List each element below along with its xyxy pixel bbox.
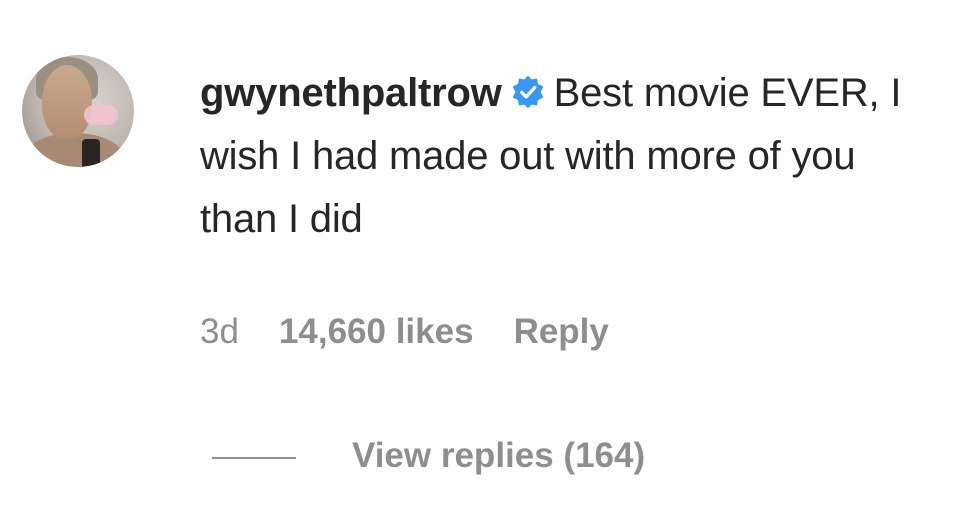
likes-count[interactable]: 14,660 likes — [279, 312, 474, 351]
verified-badge-icon — [512, 75, 543, 109]
comment-body: gwynethpaltrow Best movie EVER, I wish I… — [200, 62, 940, 251]
comment-meta: 3d 14,660 likes Reply — [200, 312, 649, 352]
comment-age[interactable]: 3d — [200, 312, 239, 351]
view-replies-label: View replies (164) — [352, 436, 646, 475]
reply-button[interactable]: Reply — [514, 312, 609, 351]
avatar-sticker — [84, 105, 118, 125]
avatar-strap — [82, 139, 100, 167]
avatar[interactable] — [22, 55, 134, 167]
username-link[interactable]: gwynethpaltrow — [200, 71, 502, 115]
avatar-face — [42, 65, 92, 139]
view-replies-button[interactable]: View replies (164) — [212, 436, 645, 476]
comment: gwynethpaltrow Best movie EVER, I wish I… — [0, 0, 980, 505]
replies-divider-line — [212, 456, 296, 459]
